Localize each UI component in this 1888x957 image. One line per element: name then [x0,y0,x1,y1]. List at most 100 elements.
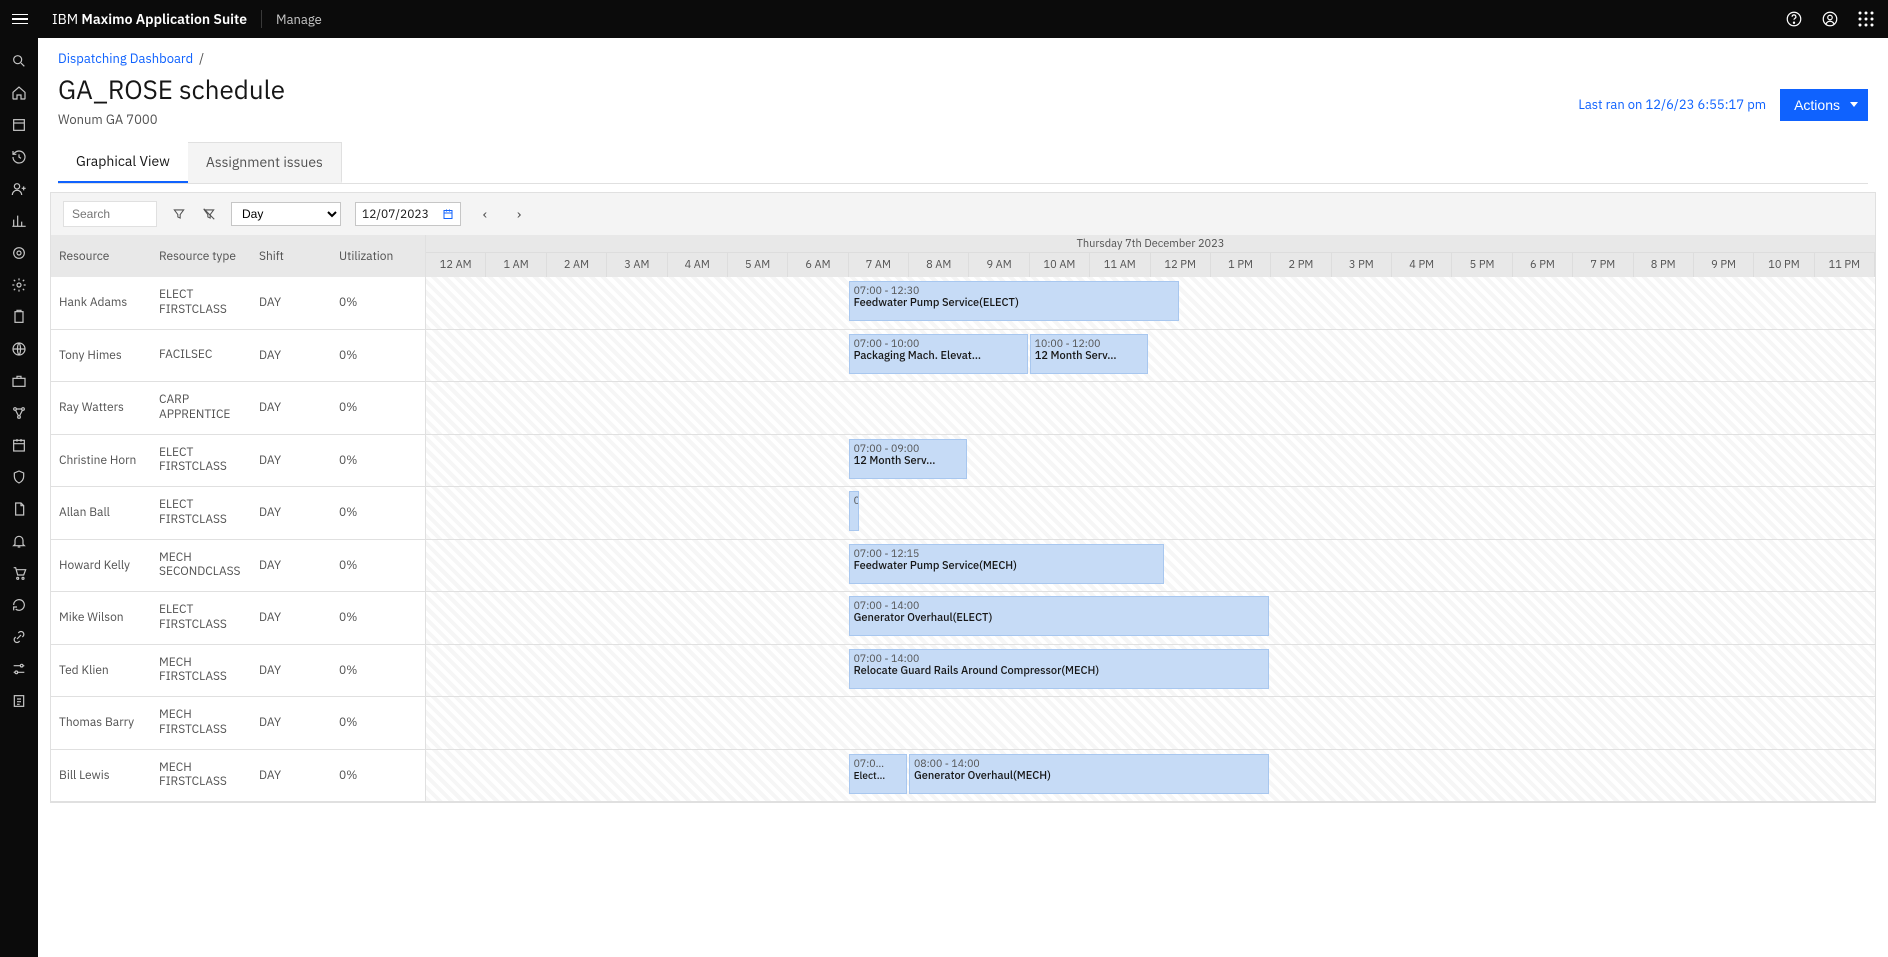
resource-shift: DAY [259,505,339,520]
resource-util: 0% [339,558,409,573]
task-bar[interactable]: 07:0…Elect… [849,754,907,794]
filter-icon[interactable] [171,206,187,222]
timeline-row: 0F [426,487,1875,540]
task-bar[interactable]: 07:00 - 09:0012 Month Serv… [849,439,968,479]
prev-day-button[interactable]: ‹ [475,205,495,223]
hour-label: 5 PM [1452,253,1512,277]
resource-shift: DAY [259,715,339,730]
resource-util: 0% [339,348,409,363]
home-icon[interactable] [6,80,32,106]
task-bar[interactable]: 07:00 - 14:00Relocate Guard Rails Around… [849,649,1270,689]
resource-row[interactable]: Howard Kelly MECHSECONDCLASS DAY 0% [51,540,425,593]
hour-label: 6 PM [1513,253,1573,277]
calendar-icon[interactable] [6,432,32,458]
timeline-row [426,382,1875,435]
sliders-icon[interactable] [6,656,32,682]
resource-type: ELECTFIRSTCLASS [159,288,259,317]
hour-label: 7 AM [849,253,909,277]
hour-label: 12 PM [1151,253,1211,277]
search-icon[interactable] [6,48,32,74]
resource-util: 0% [339,768,409,783]
col-shift: Shift [259,249,339,264]
resource-shift: DAY [259,558,339,573]
hour-label: 1 AM [486,253,546,277]
box-icon[interactable] [6,112,32,138]
hour-label: 8 AM [909,253,969,277]
resource-util: 0% [339,295,409,310]
task-bar[interactable]: 07:00 - 14:00Generator Overhaul(ELECT) [849,596,1270,636]
resource-row[interactable]: Hank Adams ELECTFIRSTCLASS DAY 0% [51,277,425,330]
hour-label: 3 AM [607,253,667,277]
resource-row[interactable]: Ted Klien MECHFIRSTCLASS DAY 0% [51,645,425,698]
task-bar[interactable]: 08:00 - 14:00Generator Overhaul(MECH) [909,754,1269,794]
app-grid-icon[interactable] [1856,9,1876,29]
search-input[interactable] [63,201,157,227]
resource-row[interactable]: Ray Watters CARPAPPRENTICE DAY 0% [51,382,425,435]
globe-icon[interactable] [6,336,32,362]
task-bar[interactable]: 0F [849,491,859,531]
cart-icon[interactable] [6,560,32,586]
document-icon[interactable] [6,496,32,522]
resource-type: MECHFIRSTCLASS [159,761,259,790]
task-bar[interactable]: 07:00 - 10:00Packaging Mach. Elevat… [849,334,1028,374]
hour-label: 1 PM [1211,253,1271,277]
actions-button[interactable]: Actions [1780,89,1868,121]
hour-label: 10 PM [1754,253,1814,277]
clear-filter-icon[interactable] [201,206,217,222]
top-bar: IBM Maximo Application Suite Manage [0,0,1888,38]
page-subtitle: Wonum GA 7000 [58,111,285,128]
hour-label: 2 PM [1271,253,1331,277]
clipboard-icon[interactable] [6,304,32,330]
resource-row[interactable]: Bill Lewis MECHFIRSTCLASS DAY 0% [51,750,425,803]
resource-name: Christine Horn [59,453,159,468]
timeline-row: 07:0…Elect…08:00 - 14:00Generator Overha… [426,750,1875,803]
last-ran-label: Last ran on 12/6/23 6:55:17 pm [1578,96,1766,113]
timeline-row: 07:00 - 14:00Generator Overhaul(ELECT) [426,592,1875,645]
resource-row[interactable]: Christine Horn ELECTFIRSTCLASS DAY 0% [51,435,425,488]
hour-label: 8 PM [1634,253,1694,277]
gear-icon[interactable] [6,272,32,298]
network-icon[interactable] [6,400,32,426]
history-icon[interactable] [6,144,32,170]
resource-util: 0% [339,663,409,678]
resource-shift: DAY [259,400,339,415]
link-icon[interactable] [6,624,32,650]
resource-row[interactable]: Tony Himes FACILSEC DAY 0% [51,330,425,383]
resource-row[interactable]: Thomas Barry MECHFIRSTCLASS DAY 0% [51,697,425,750]
help-icon[interactable] [1784,9,1804,29]
col-resource: Resource [59,249,159,264]
resource-row[interactable]: Allan Ball ELECTFIRSTCLASS DAY 0% [51,487,425,540]
user-add-icon[interactable] [6,176,32,202]
task-bar[interactable]: 10:00 - 12:0012 Month Serv… [1030,334,1149,374]
briefcase-icon[interactable] [6,368,32,394]
tab-assignment-issues[interactable]: Assignment issues [188,142,342,183]
shield-icon[interactable] [6,464,32,490]
resource-shift: DAY [259,768,339,783]
app-switcher-label[interactable]: Manage [276,11,322,28]
date-input[interactable]: 12/07/2023 [355,202,461,226]
bell-icon[interactable] [6,528,32,554]
tab-graphical-view[interactable]: Graphical View [58,142,188,183]
breadcrumb: Dispatching Dashboard / [58,50,1868,67]
breadcrumb-link[interactable]: Dispatching Dashboard [58,50,193,67]
resource-header: Resource Resource type Shift Utilization [51,235,425,277]
date-header: Thursday 7th December 2023 [426,235,1875,253]
retry-icon[interactable] [6,592,32,618]
analytics-icon[interactable] [6,208,32,234]
hour-label: 6 AM [788,253,848,277]
next-day-button[interactable]: › [509,205,529,223]
resource-type: FACILSEC [159,348,259,362]
target-icon[interactable] [6,240,32,266]
granularity-select[interactable]: Day [231,202,341,226]
user-avatar-icon[interactable] [1820,9,1840,29]
timeline-row: 07:00 - 10:00Packaging Mach. Elevat…10:0… [426,330,1875,383]
resource-shift: DAY [259,295,339,310]
resource-row[interactable]: Mike Wilson ELECTFIRSTCLASS DAY 0% [51,592,425,645]
task-bar[interactable]: 07:00 - 12:30Feedwater Pump Service(ELEC… [849,281,1179,321]
col-type: Resource type [159,249,259,264]
hour-label: 10 AM [1030,253,1090,277]
divider [261,10,262,28]
list-icon[interactable] [6,688,32,714]
hamburger-menu-icon[interactable] [12,8,34,30]
task-bar[interactable]: 07:00 - 12:15Feedwater Pump Service(MECH… [849,544,1164,584]
